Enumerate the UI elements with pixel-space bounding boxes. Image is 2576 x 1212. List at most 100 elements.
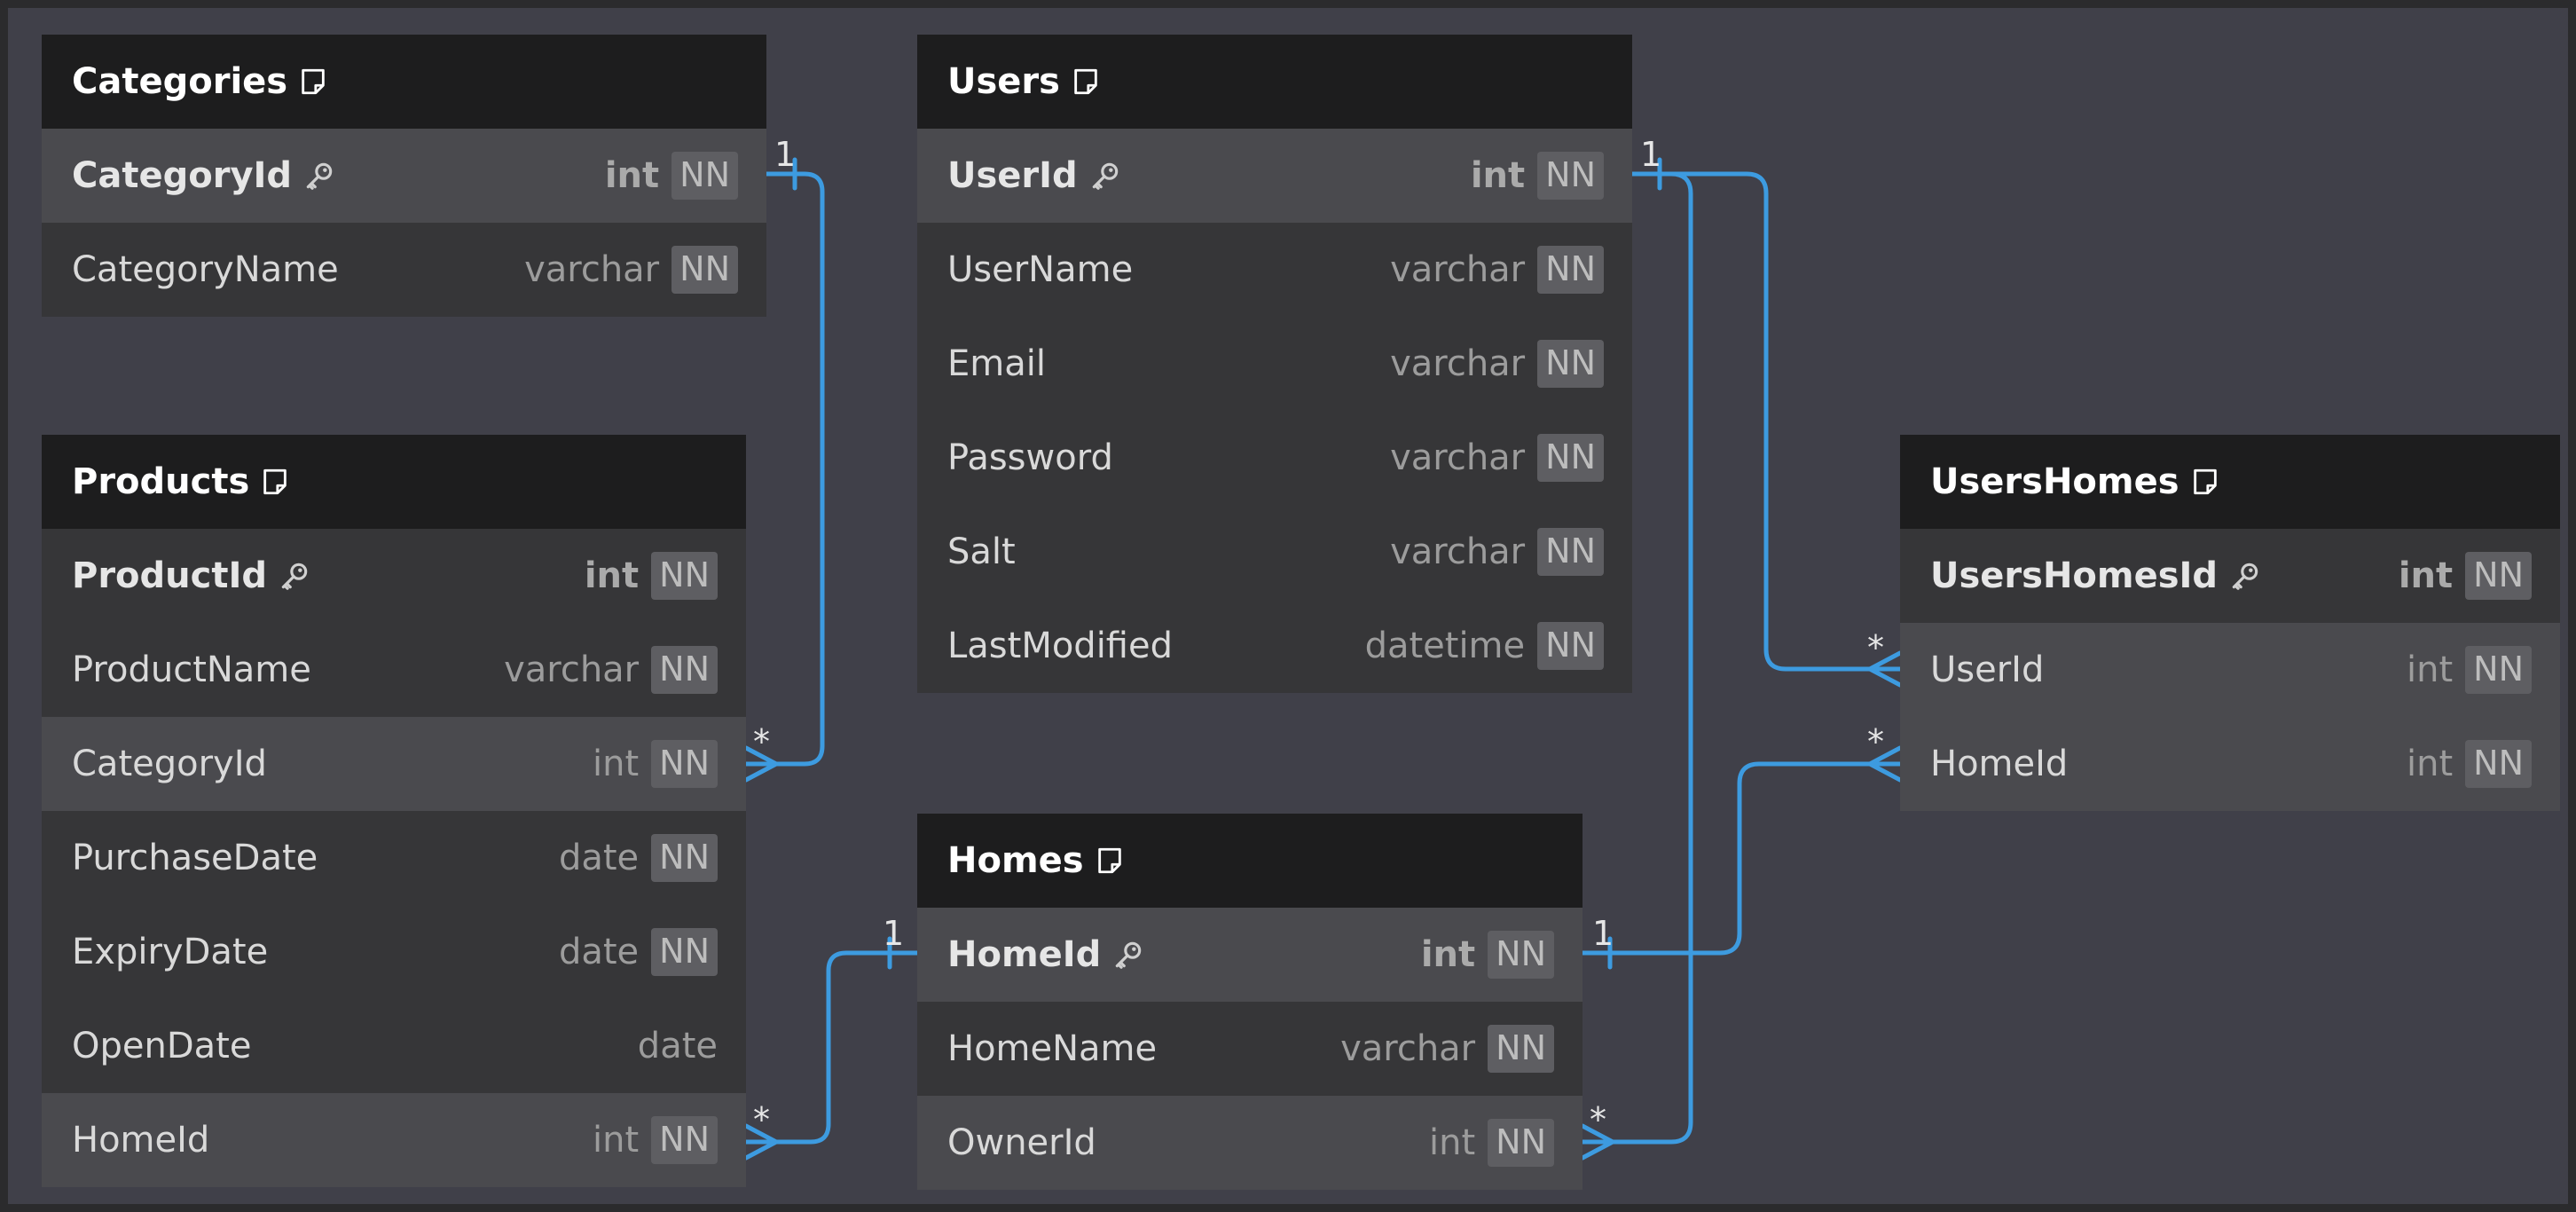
not-null-badge: NN <box>1537 246 1604 294</box>
table-row[interactable]: CategoryId int NN <box>42 129 766 223</box>
table-row[interactable]: UsersHomesId int NN <box>1900 529 2560 623</box>
not-null-badge: NN <box>1537 152 1604 200</box>
not-null-badge: NN <box>651 552 718 600</box>
table-row[interactable]: ExpiryDate date NN <box>42 905 746 999</box>
note-icon[interactable] <box>260 467 290 497</box>
column-name: CategoryId <box>72 155 293 196</box>
column-type: varchar <box>1340 1028 1476 1069</box>
table-row[interactable]: UserId int NN <box>1900 623 2560 717</box>
relation-users-usershomes[interactable] <box>1630 171 1903 672</box>
cardinality-label: 1 <box>774 135 796 174</box>
not-null-badge: NN <box>1488 1119 1554 1167</box>
column-type: datetime <box>1364 626 1526 666</box>
not-null-badge: NN <box>651 928 718 976</box>
table-header[interactable]: UsersHomes <box>1900 435 2560 529</box>
column-name: ProductName <box>72 649 311 690</box>
not-null-badge: NN <box>1488 1025 1554 1073</box>
not-null-badge: NN <box>1537 340 1604 388</box>
relation-homes-usershomes[interactable] <box>1580 761 1903 956</box>
column-type: date <box>558 932 640 972</box>
note-icon[interactable] <box>2190 467 2220 497</box>
table-title: Users <box>947 61 1060 102</box>
column-name: UsersHomesId <box>1930 555 2219 596</box>
not-null-badge: NN <box>1537 528 1604 576</box>
column-type: int <box>1420 934 1476 975</box>
table-homes[interactable]: Homes HomeId int NN HomeName varchar NN … <box>917 814 1583 1190</box>
table-row[interactable]: UserId int NN <box>917 129 1632 223</box>
column-name: CategoryId <box>72 744 267 784</box>
column-type: int <box>2406 744 2454 784</box>
table-usershomes[interactable]: UsersHomes UsersHomesId int NN UserId in… <box>1900 435 2560 811</box>
table-row[interactable]: HomeName varchar NN <box>917 1002 1583 1096</box>
note-icon[interactable] <box>1071 67 1101 97</box>
column-name: LastModified <box>947 626 1174 666</box>
column-type: varchar <box>524 249 660 290</box>
column-name: CategoryName <box>72 249 339 290</box>
cardinality-label: * <box>753 722 770 761</box>
column-type: varchar <box>1390 249 1526 290</box>
cardinality-label: 1 <box>883 914 904 953</box>
crowfoot-icon <box>1580 1123 1615 1161</box>
table-title: Homes <box>947 840 1084 881</box>
note-icon[interactable] <box>1095 846 1125 876</box>
column-type: date <box>558 838 640 878</box>
table-title: UsersHomes <box>1930 461 2179 502</box>
table-users[interactable]: Users UserId int NN UserName varchar NN … <box>917 35 1632 693</box>
note-icon[interactable] <box>298 67 328 97</box>
table-row[interactable]: CategoryId int NN <box>42 717 746 811</box>
table-row[interactable]: CategoryName varchar NN <box>42 223 766 317</box>
table-products[interactable]: Products ProductId int NN ProductName va… <box>42 435 746 1187</box>
table-header[interactable]: Products <box>42 435 746 529</box>
table-row[interactable]: Salt varchar NN <box>917 505 1632 599</box>
column-name: HomeId <box>1930 744 2069 784</box>
not-null-badge: NN <box>651 646 718 694</box>
table-row[interactable]: ProductName varchar NN <box>42 623 746 717</box>
cardinality-label: * <box>1590 1100 1606 1139</box>
table-header[interactable]: Homes <box>917 814 1583 908</box>
table-header[interactable]: Users <box>917 35 1632 129</box>
column-type: varchar <box>504 649 640 690</box>
not-null-badge: NN <box>1537 622 1604 670</box>
column-name: Password <box>947 437 1113 478</box>
column-name: HomeId <box>947 934 1102 975</box>
column-type: int <box>2398 555 2454 596</box>
table-title: Categories <box>72 61 288 102</box>
table-row[interactable]: Email varchar NN <box>917 317 1632 411</box>
table-row[interactable]: LastModified datetime NN <box>917 599 1632 693</box>
table-row[interactable]: UserName varchar NN <box>917 223 1632 317</box>
column-type: int <box>592 744 640 784</box>
diagram-canvas[interactable]: 1 * 1 * 1 * * 1 * Categories CategoryId … <box>0 0 2576 1204</box>
cardinality-label: * <box>753 1100 770 1139</box>
table-row[interactable]: HomeId int NN <box>1900 717 2560 811</box>
cardinality-label: 1 <box>1592 914 1614 953</box>
table-row[interactable]: HomeId int NN <box>917 908 1583 1002</box>
column-type: int <box>1470 155 1526 196</box>
column-name: HomeName <box>947 1028 1158 1069</box>
not-null-badge: NN <box>651 740 718 788</box>
cardinality-label: * <box>1867 628 1884 667</box>
column-type: varchar <box>1390 531 1526 572</box>
table-row[interactable]: PurchaseDate date NN <box>42 811 746 905</box>
table-row[interactable]: OpenDate date <box>42 999 746 1093</box>
table-header[interactable]: Categories <box>42 35 766 129</box>
column-name: Email <box>947 343 1046 384</box>
crowfoot-icon <box>1867 745 1903 783</box>
column-name: UserId <box>947 155 1078 196</box>
relation-homes-products[interactable] <box>743 950 920 1145</box>
column-name: OwnerId <box>947 1122 1096 1163</box>
key-icon <box>1088 159 1122 193</box>
column-type: int <box>584 555 640 596</box>
table-row[interactable]: ProductId int NN <box>42 529 746 623</box>
not-null-badge: NN <box>1488 931 1554 979</box>
table-row[interactable]: Password varchar NN <box>917 411 1632 505</box>
crowfoot-icon <box>743 1123 779 1161</box>
not-null-badge: NN <box>2465 552 2532 600</box>
table-row[interactable]: HomeId int NN <box>42 1093 746 1187</box>
table-title: Products <box>72 461 250 502</box>
table-row[interactable]: OwnerId int NN <box>917 1096 1583 1190</box>
key-icon <box>2228 559 2262 593</box>
cardinality-label: * <box>1867 722 1884 761</box>
not-null-badge: NN <box>671 246 738 294</box>
column-type: int <box>1428 1122 1476 1163</box>
table-categories[interactable]: Categories CategoryId int NN CategoryNam… <box>42 35 766 317</box>
